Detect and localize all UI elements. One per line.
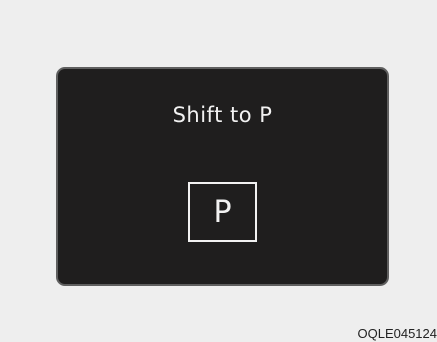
cluster-display-panel: Shift to P P xyxy=(56,67,389,286)
figure-code: OQLE045124 xyxy=(357,326,437,341)
gear-letter: P xyxy=(213,194,232,230)
shift-message: Shift to P xyxy=(172,103,273,127)
park-gear-indicator: P xyxy=(188,182,257,242)
